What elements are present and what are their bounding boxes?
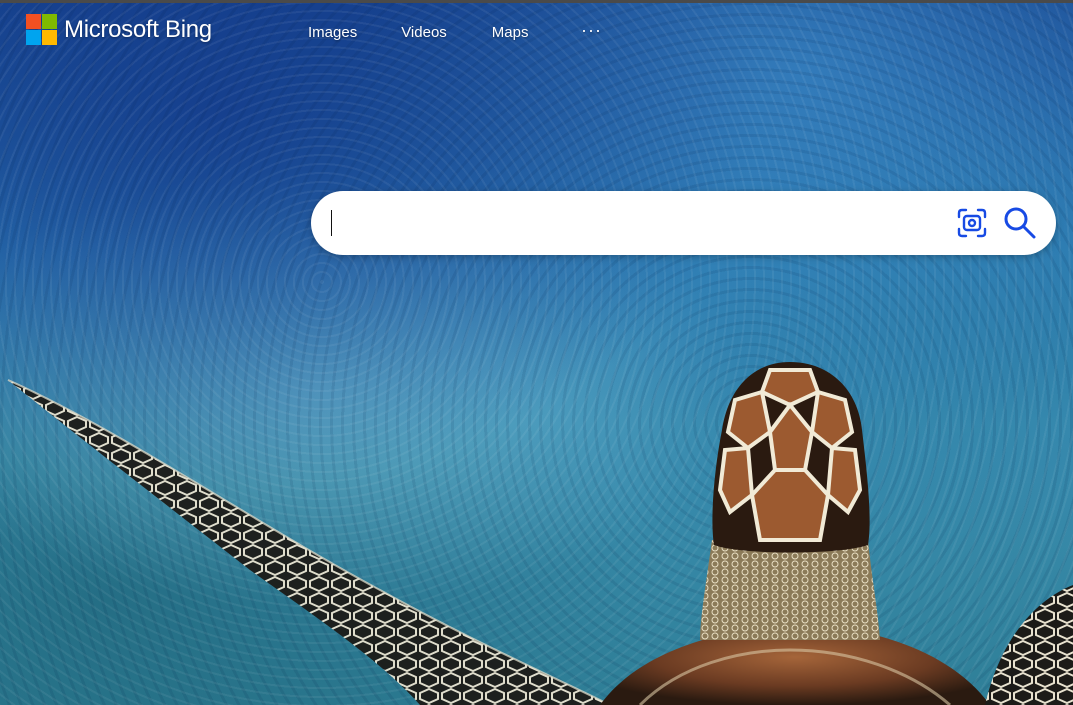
bing-logo[interactable]: Microsoft Bing [26, 14, 212, 45]
search-input[interactable] [331, 205, 945, 243]
logo-square-red [26, 14, 41, 29]
text-caret [331, 210, 332, 236]
nav-maps[interactable]: Maps [492, 24, 529, 41]
background-image [7, 362, 1073, 705]
logo-square-green [42, 14, 57, 29]
brand-name: Microsoft Bing [64, 15, 212, 43]
logo-square-yellow [42, 30, 57, 45]
visual-search-icon[interactable] [956, 207, 988, 239]
microsoft-logo-icon [26, 14, 57, 45]
search-box [311, 191, 1056, 255]
nav-images[interactable]: Images [308, 24, 357, 41]
logo-square-blue [26, 30, 41, 45]
search-icon[interactable] [1003, 206, 1037, 240]
more-menu-icon[interactable]: ··· [581, 20, 602, 41]
header: Microsoft Bing Images Videos Maps ··· [0, 3, 1073, 63]
top-nav: Images Videos Maps [308, 24, 528, 41]
nav-videos[interactable]: Videos [401, 24, 447, 41]
bing-homepage: Microsoft Bing Images Videos Maps ··· [0, 0, 1073, 705]
